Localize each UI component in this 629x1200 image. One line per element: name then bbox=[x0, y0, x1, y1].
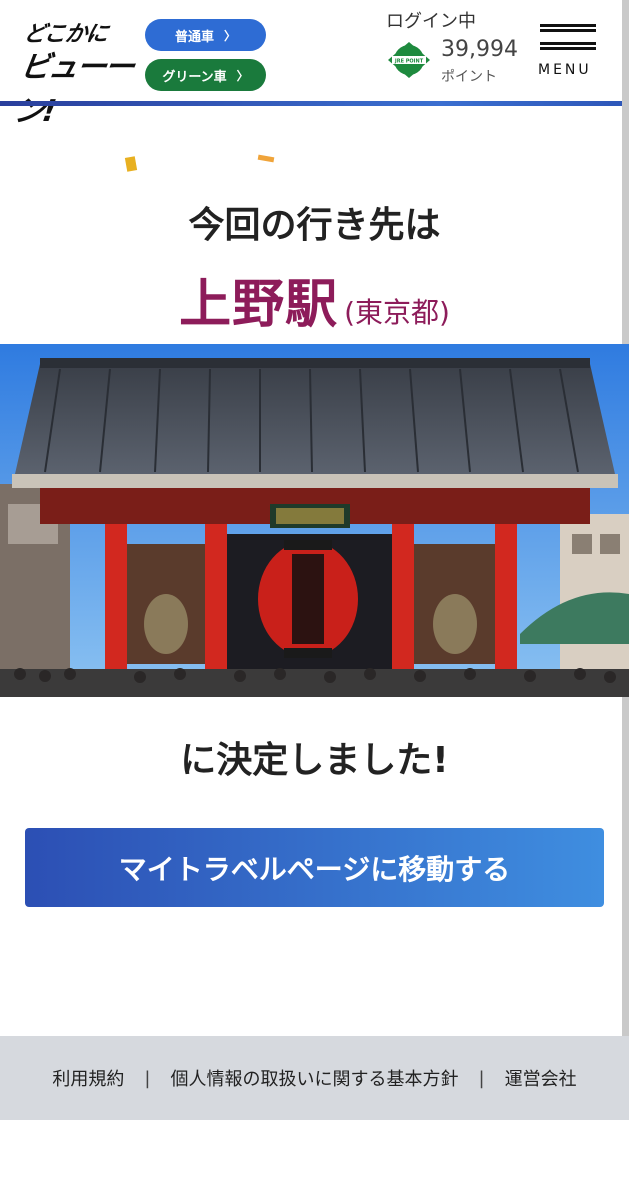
svg-text:JRE POINT: JRE POINT bbox=[394, 59, 424, 65]
green-car-label: グリーン車 bbox=[162, 69, 227, 85]
jre-point-icon: JRE POINT bbox=[388, 42, 430, 78]
chevron-right-icon: 〉 bbox=[224, 28, 237, 43]
footer-separator: | bbox=[144, 1067, 151, 1089]
menu-button[interactable]: MENU bbox=[538, 24, 598, 84]
standard-car-button[interactable]: 普通車 〉 bbox=[145, 19, 266, 51]
destination-name: 上野駅 bbox=[179, 275, 339, 335]
points-value: 39,994 bbox=[441, 37, 518, 62]
destination-photo bbox=[0, 344, 629, 697]
standard-car-label: 普通車 bbox=[174, 29, 214, 45]
site-logo[interactable]: どこかに ビューーン! bbox=[12, 14, 136, 129]
destination-prefecture: (東京都) bbox=[344, 296, 450, 329]
site-footer: 利用規約 | 個人情報の取扱いに関する基本方針 | 運営会社 bbox=[0, 1036, 629, 1120]
menu-label: MENU bbox=[538, 62, 592, 78]
decided-text: に決定しました! bbox=[180, 740, 449, 781]
header-divider bbox=[0, 101, 629, 106]
confetti-piece bbox=[124, 156, 138, 172]
destination-lead-text: 今回の行き先は bbox=[188, 205, 441, 246]
green-car-button[interactable]: グリーン車 〉 bbox=[145, 59, 266, 91]
footer-separator: | bbox=[478, 1067, 485, 1089]
login-status: ログイン中 bbox=[386, 11, 476, 32]
points-unit: ポイント bbox=[441, 69, 497, 85]
operating-company-link[interactable]: 運営会社 bbox=[505, 1065, 577, 1091]
site-header: どこかに ビューーン! 普通車 〉 グリーン車 〉 ログイン中 JRE POIN… bbox=[0, 0, 629, 129]
privacy-policy-link[interactable]: 個人情報の取扱いに関する基本方針 bbox=[171, 1065, 459, 1091]
my-travel-page-button[interactable]: マイトラベルページに移動する bbox=[25, 828, 604, 907]
terms-link[interactable]: 利用規約 bbox=[52, 1065, 124, 1091]
destination-heading: 上野駅 (東京都) bbox=[0, 262, 629, 337]
menu-bar bbox=[540, 24, 596, 32]
menu-bar bbox=[540, 42, 596, 50]
chevron-right-icon: 〉 bbox=[236, 68, 249, 83]
confetti-piece bbox=[257, 154, 275, 163]
logo-line2: ビューーン! bbox=[11, 50, 136, 129]
